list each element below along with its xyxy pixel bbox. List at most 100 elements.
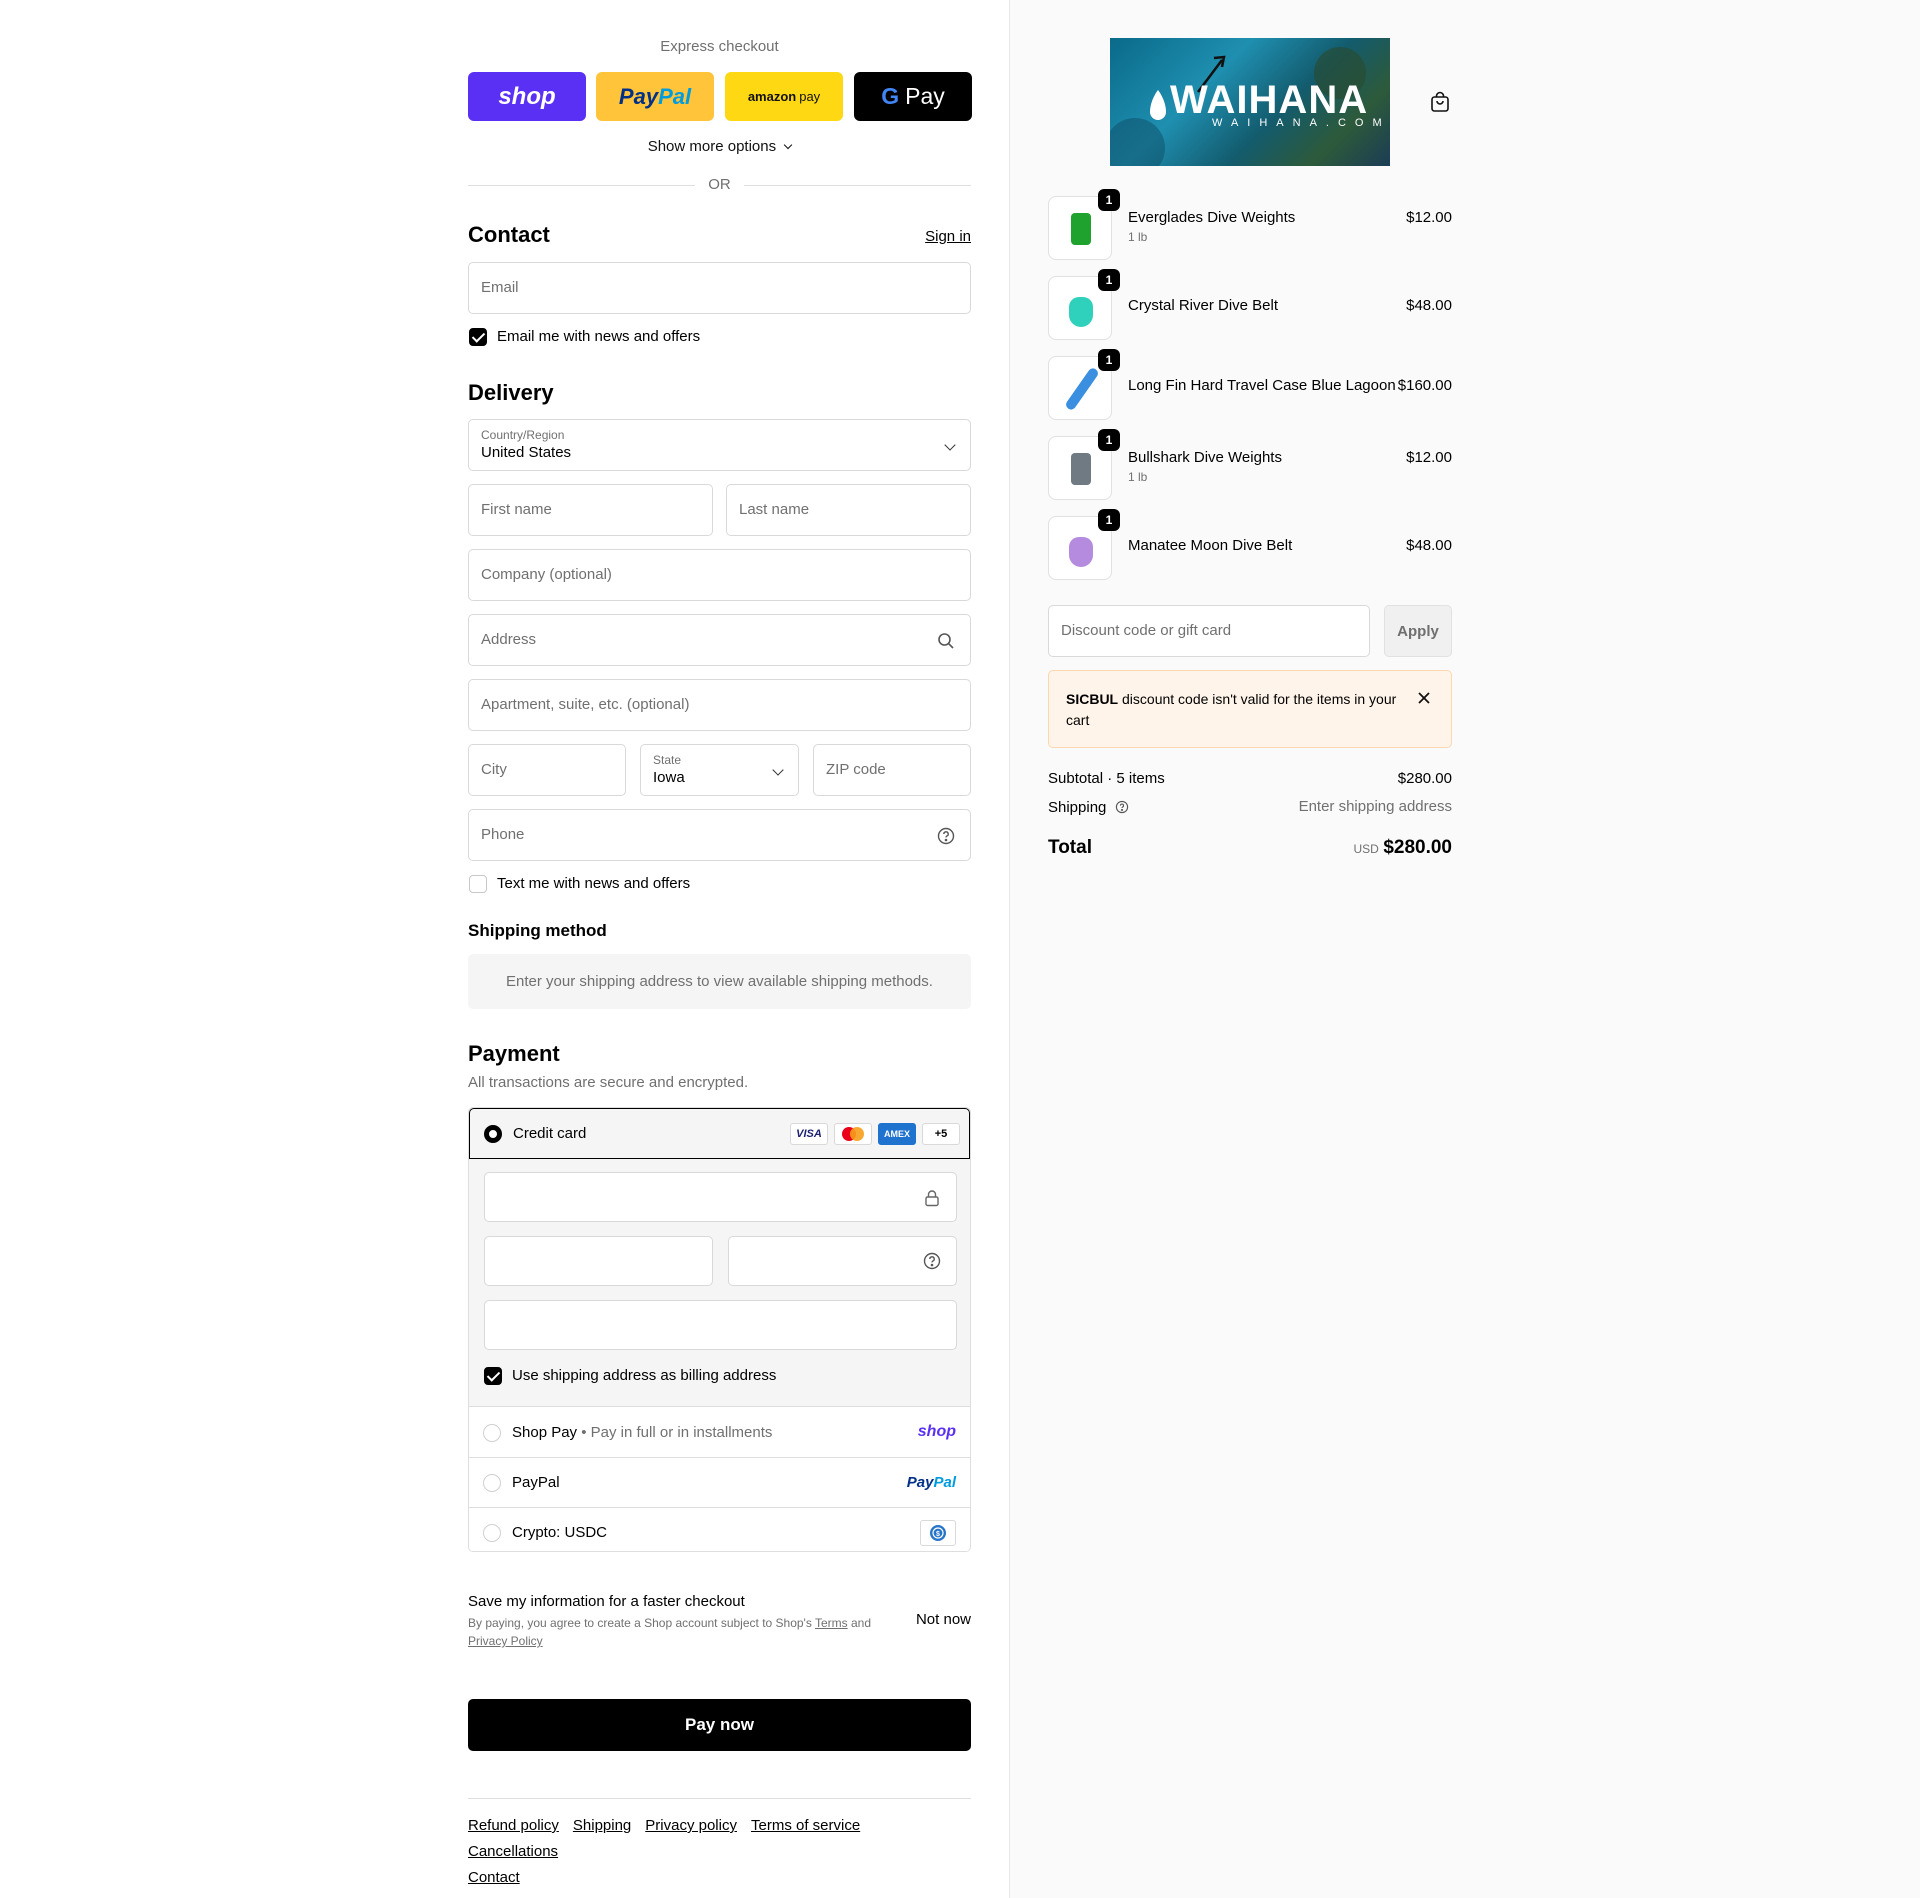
sign-in-link[interactable]: Sign in	[925, 228, 971, 245]
cart-item: 1 Long Fin Hard Travel Case Blue Lagoon $1…	[1048, 349, 1452, 422]
item-name: Everglades Dive Weights	[1128, 209, 1296, 226]
subtotal-label: Subtotal · 5 items	[1048, 770, 1165, 787]
first-name-field[interactable]: First name	[468, 484, 713, 536]
terms-link[interactable]: Terms	[815, 1616, 848, 1630]
search-icon	[938, 633, 954, 649]
terms-of-service-link[interactable]: Terms of service	[751, 1813, 860, 1839]
visa-icon: VISA	[790, 1123, 828, 1145]
total-label: Total	[1048, 837, 1092, 858]
apply-discount-button[interactable]: Apply	[1384, 605, 1452, 657]
zip-code-field[interactable]: ZIP code	[813, 744, 971, 796]
email-news-checkbox[interactable]	[469, 328, 487, 346]
state-select[interactable]: State Iowa	[640, 744, 799, 796]
footer-links: Refund policy Shipping Privacy policy Terms…	[468, 1813, 971, 1891]
help-icon[interactable]	[936, 826, 956, 846]
usdc-icon: $	[920, 1520, 956, 1546]
google-pay-express-button[interactable]: G Pay	[854, 72, 972, 121]
product-image	[1071, 453, 1091, 485]
show-more-options-link[interactable]: Show more options	[468, 138, 971, 155]
billing-address-checkbox[interactable]	[484, 1367, 502, 1385]
svg-text:$: $	[936, 1531, 940, 1538]
pay-now-button[interactable]: Pay now	[468, 1699, 971, 1751]
credit-card-radio[interactable]	[484, 1125, 502, 1143]
email-field[interactable]: Email	[468, 262, 971, 314]
cart-item: 1 Bullshark Dive Weights 1 lb $12.00	[1048, 429, 1452, 502]
discount-code: SICBUL	[1066, 691, 1119, 707]
contact-heading: Contact	[468, 222, 550, 247]
quantity-badge: 1	[1098, 429, 1120, 451]
shipping-label: Shipping	[1048, 798, 1129, 816]
chevron-down-icon	[944, 439, 956, 451]
amazon-pay-express-button[interactable]: amazon pay	[725, 72, 843, 121]
chevron-down-icon	[784, 140, 793, 150]
checkout-form-column: Express checkout shop Pay Pal amazon pay G…	[0, 0, 1009, 1898]
paypal-option[interactable]: PayPal PayPal	[469, 1458, 970, 1508]
checkout-form: Express checkout shop Pay Pal amazon pay G…	[468, 0, 972, 1898]
email-news-label: Email me with news and offers	[497, 328, 701, 345]
item-name: Long Fin Hard Travel Case Blue Lagoon	[1128, 377, 1396, 394]
credit-card-form: Use shipping address as billing address	[469, 1159, 970, 1407]
lock-icon	[925, 1190, 939, 1207]
close-icon[interactable]	[1417, 691, 1431, 705]
privacy-policy-link[interactable]: Privacy Policy	[468, 1634, 543, 1648]
phone-field[interactable]: Phone	[468, 809, 971, 861]
express-checkout-title: Express checkout	[660, 38, 779, 55]
shopping-bag-icon[interactable]	[1428, 90, 1452, 114]
payment-heading: Payment	[468, 1041, 560, 1066]
discount-code-field[interactable]: Discount code or gift card	[1048, 605, 1370, 657]
card-security-code-field[interactable]	[728, 1236, 957, 1286]
last-name-field[interactable]: Last name	[726, 484, 971, 536]
footer-divider	[468, 1798, 971, 1799]
shipping-link[interactable]: Shipping	[573, 1813, 631, 1839]
quantity-badge: 1	[1098, 189, 1120, 211]
payment-methods: Credit card VISA AMEX +5 Use shipping ad…	[468, 1107, 971, 1552]
payment-subtitle: All transactions are secure and encrypte…	[468, 1074, 749, 1091]
credit-card-option[interactable]: Credit card VISA AMEX +5	[469, 1108, 970, 1159]
shop-pay-logo: shop	[917, 1423, 956, 1440]
item-price: $160.00	[1397, 377, 1452, 394]
paypal-express-button[interactable]: Pay Pal	[596, 72, 714, 121]
more-cards-badge: +5	[922, 1123, 960, 1145]
paypal-logo: PayPal	[906, 1474, 956, 1491]
total-amount: USD $280.00	[1353, 837, 1452, 858]
cart-item: 1 Manatee Moon Dive Belt $48.00	[1048, 509, 1452, 582]
company-field[interactable]: Company (optional)	[468, 549, 971, 601]
cancellations-link[interactable]: Cancellations	[468, 1839, 558, 1865]
delivery-heading: Delivery	[468, 380, 554, 405]
paypal-radio[interactable]	[483, 1474, 501, 1492]
shop-pay-radio[interactable]	[483, 1424, 501, 1442]
shop-pay-option[interactable]: Shop Pay • Pay in full or in installment…	[469, 1408, 970, 1458]
item-name: Crystal River Dive Belt	[1128, 297, 1279, 314]
shop-pay-express-button[interactable]: shop	[468, 72, 586, 121]
text-news-label: Text me with news and offers	[497, 875, 691, 892]
item-variant: 1 lb	[1128, 470, 1148, 484]
google-g-icon: G	[881, 83, 900, 109]
text-news-checkbox[interactable]	[469, 875, 487, 893]
brand-logo[interactable]: WAIHANA WAIHANA.COM	[1110, 38, 1390, 166]
card-number-field[interactable]	[484, 1172, 957, 1222]
quantity-badge: 1	[1098, 269, 1120, 291]
crypto-usdc-option[interactable]: Crypto: USDC $	[469, 1508, 970, 1551]
chevron-down-icon	[772, 764, 784, 776]
country-select[interactable]: Country/Region United States	[468, 419, 971, 471]
save-info-title: Save my information for a faster checkou…	[468, 1593, 745, 1610]
shipping-value: Enter shipping address	[1298, 798, 1452, 815]
not-now-button[interactable]: Not now	[916, 1611, 971, 1628]
item-price: $12.00	[1406, 209, 1452, 226]
contact-link[interactable]: Contact	[468, 1865, 520, 1891]
shipping-method-message: Enter your shipping address to view avai…	[468, 954, 971, 1009]
apartment-field[interactable]: Apartment, suite, etc. (optional)	[468, 679, 971, 731]
item-price: $48.00	[1406, 537, 1452, 554]
help-icon[interactable]	[1115, 800, 1129, 814]
help-icon[interactable]	[922, 1251, 942, 1271]
subtotal-value: $280.00	[1397, 770, 1452, 787]
address-field[interactable]: Address	[468, 614, 971, 666]
city-field[interactable]: City	[468, 744, 626, 796]
card-expiry-field[interactable]	[484, 1236, 713, 1286]
cart-item: 1 Crystal River Dive Belt $48.00	[1048, 269, 1452, 342]
name-on-card-field[interactable]	[484, 1300, 957, 1350]
refund-policy-link[interactable]: Refund policy	[468, 1813, 559, 1839]
item-name: Bullshark Dive Weights	[1128, 449, 1282, 466]
privacy-policy-link[interactable]: Privacy policy	[645, 1813, 737, 1839]
crypto-radio[interactable]	[483, 1524, 501, 1542]
